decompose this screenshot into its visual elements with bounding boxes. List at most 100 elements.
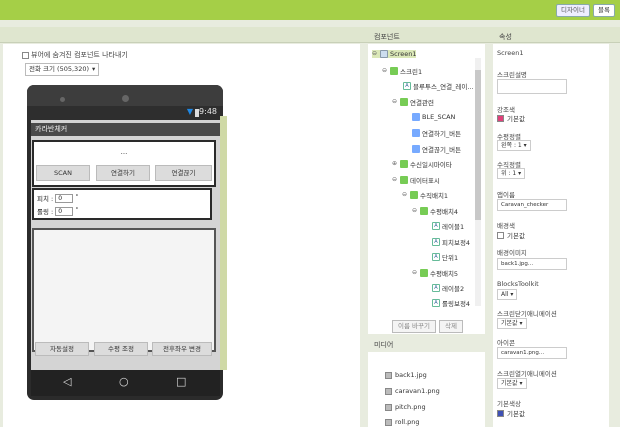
show-hidden-checkbox[interactable]: 뷰어에 숨겨진 컴포넌트 나타내기 xyxy=(22,50,128,60)
phone-screen: 카라반체커 ... SCAN 연결하기 연결끊기 피치 : 0 ˚ 롤링 : 0… xyxy=(31,120,220,370)
media-title: 미디어 xyxy=(374,341,394,349)
accent-swatch xyxy=(497,114,504,122)
tree-item[interactable]: A 피치보정4 xyxy=(432,237,470,247)
tree-item[interactable]: ⊖ 수직배치1 xyxy=(402,190,448,200)
data-display-block: 피치 : 0 ˚ 롤링 : 0 ˚ xyxy=(32,188,212,220)
media-item[interactable]: back1.jpg xyxy=(385,371,427,379)
pitch-unit: ˚ xyxy=(75,194,79,202)
checkbox-box[interactable] xyxy=(22,51,29,59)
recents-icon: □ xyxy=(176,375,187,388)
collapse-icon[interactable]: ⊖ xyxy=(392,99,398,105)
background-swatch xyxy=(497,231,504,239)
roll-unit: ˚ xyxy=(75,207,79,215)
prop-label: 스크린닫기애니메이션 xyxy=(497,310,557,318)
media-item[interactable]: roll.png xyxy=(385,418,420,426)
tree-item[interactable]: A 롤링보정4 xyxy=(432,298,470,308)
prop-label: 스크린열기애니메이션 xyxy=(497,370,557,378)
collapse-icon[interactable]: ⊖ xyxy=(412,270,418,276)
tree-item[interactable]: ⊖ 데이터표시 xyxy=(392,175,440,185)
expand-icon[interactable]: ⊕ xyxy=(392,161,398,167)
tree-item[interactable]: 연결하기_버튼 xyxy=(412,128,461,138)
roll-row: 롤링 : 0 ˚ xyxy=(37,206,78,216)
arrangement-icon xyxy=(420,269,428,277)
blocks-toolkit-select[interactable]: All ▾ xyxy=(497,289,518,300)
android-nav-bar: ◁ ○ □ xyxy=(31,370,220,396)
collapse-icon[interactable]: ⊖ xyxy=(392,177,398,183)
components-title: 컴포넌트 xyxy=(374,33,400,41)
properties-panel: Screen1 스크린설명 강조색 기본값 수평정렬 왼쪽 : 1 ▾ 수직정렬… xyxy=(493,44,609,427)
image-file-icon xyxy=(385,403,392,411)
tree-item[interactable]: ⊖ 연결관련 xyxy=(392,97,434,107)
prop-label: 배경이미지 xyxy=(497,249,527,257)
label-icon: A xyxy=(403,82,411,90)
level-adjust-button[interactable]: 수평 조정 xyxy=(94,342,148,356)
disconnect-button[interactable]: 연결끊기 xyxy=(155,165,212,181)
prop-label: 기본색상 xyxy=(497,400,521,408)
collapse-icon[interactable]: ⊖ xyxy=(382,68,388,74)
checkbox-label: 뷰어에 숨겨진 컴포넌트 나타내기 xyxy=(31,51,128,59)
arrangement-icon xyxy=(420,207,428,215)
tree-item[interactable]: A 블루투스_연결_레이... xyxy=(403,81,474,91)
align-vertical-select[interactable]: 위 : 1 ▾ xyxy=(497,168,526,179)
button-icon xyxy=(412,129,420,137)
pitch-row: 피치 : 0 ˚ xyxy=(37,193,78,203)
accent-color-picker[interactable]: 기본값 xyxy=(497,113,525,123)
collapse-icon[interactable]: ⊖ xyxy=(372,51,378,57)
open-animation-select[interactable]: 기본값 ▾ xyxy=(497,378,527,389)
chevron-down-icon: ▾ xyxy=(510,291,514,298)
chevron-down-icon: ▾ xyxy=(523,142,527,149)
close-animation-select[interactable]: 기본값 ▾ xyxy=(497,318,527,329)
tree-item[interactable]: ⊖ 수평배치5 xyxy=(412,268,458,278)
chevron-down-icon: ▾ xyxy=(519,380,523,387)
tree-item-screen1[interactable]: ⊖ Screen1 xyxy=(372,50,417,58)
home-icon: ○ xyxy=(119,375,129,388)
blocks-button[interactable]: 블록 xyxy=(593,4,615,17)
tree-item[interactable]: A 단위1 xyxy=(432,252,458,262)
tree-item[interactable]: A 레이블2 xyxy=(432,283,464,293)
arrangement-icon xyxy=(390,67,398,75)
app-name-input[interactable]: Caravan_checker xyxy=(497,199,567,211)
connect-button[interactable]: 연결하기 xyxy=(96,165,150,181)
tree-item[interactable]: ⊕ 수신일시마이타 xyxy=(392,159,452,169)
prop-label: 배경색 xyxy=(497,222,515,230)
tree-item[interactable]: 연결끊기_버튼 xyxy=(412,144,461,154)
tree-item[interactable]: ⊖ 수평배치4 xyxy=(412,206,458,216)
back-icon: ◁ xyxy=(63,375,72,388)
prop-label: BlocksToolkit xyxy=(497,280,539,288)
icon-picker[interactable]: caravan1.png... xyxy=(497,347,567,359)
description-input[interactable] xyxy=(497,79,567,94)
components-scrollbar[interactable] xyxy=(475,58,481,306)
tree-item[interactable]: ⊖ 스크린1 xyxy=(382,66,422,76)
connection-block: ... SCAN 연결하기 연결끊기 xyxy=(32,140,216,187)
arrangement-icon xyxy=(410,191,418,199)
direction-toggle-button[interactable]: 전후좌우 변경 xyxy=(152,342,212,356)
image-file-icon xyxy=(385,371,392,379)
primary-color-picker[interactable]: 기본값 xyxy=(497,408,525,418)
prop-label: 아이콘 xyxy=(497,339,515,347)
components-panel: ⊖ Screen1 ⊖ 스크린1 A 블루투스_연결_레이... ⊖ 연결관련 BLE_… xyxy=(368,44,485,334)
media-item[interactable]: caravan1.png xyxy=(385,387,440,395)
scan-button[interactable]: SCAN xyxy=(36,165,90,181)
screen-icon xyxy=(380,50,388,58)
label-icon: A xyxy=(432,284,440,292)
camera-icon xyxy=(122,95,129,102)
phone-size-select[interactable]: 전화 크기 (505,320) ▾ xyxy=(25,63,100,76)
collapse-icon[interactable]: ⊖ xyxy=(402,192,408,198)
properties-title: 속성 xyxy=(499,33,512,41)
phone-preview: ▼ 9:48 카라반체커 ... SCAN 연결하기 연결끊기 피치 : 0 ˚… xyxy=(27,85,227,400)
collapse-icon[interactable]: ⊖ xyxy=(412,208,418,214)
prop-label: 스크린설명 xyxy=(497,71,527,79)
rename-button[interactable]: 이름 바꾸기 xyxy=(392,320,436,333)
background-image-picker[interactable]: back1.jpg... xyxy=(497,258,567,270)
media-item[interactable]: pitch.png xyxy=(385,403,426,411)
auto-set-button[interactable]: 자동설정 xyxy=(35,342,89,356)
delete-button[interactable]: 삭제 xyxy=(439,320,463,333)
align-horizontal-select[interactable]: 왼쪽 : 1 ▾ xyxy=(497,140,531,151)
tree-item[interactable]: BLE_SCAN xyxy=(412,113,455,121)
tree-item[interactable]: A 레이블1 xyxy=(432,221,464,231)
background-color-picker[interactable]: 기본값 xyxy=(497,230,525,240)
designer-button[interactable]: 디자이너 xyxy=(556,4,590,17)
label-icon: A xyxy=(432,253,440,261)
scroll-thumb[interactable] xyxy=(475,70,481,220)
canvas-area[interactable] xyxy=(32,228,216,352)
